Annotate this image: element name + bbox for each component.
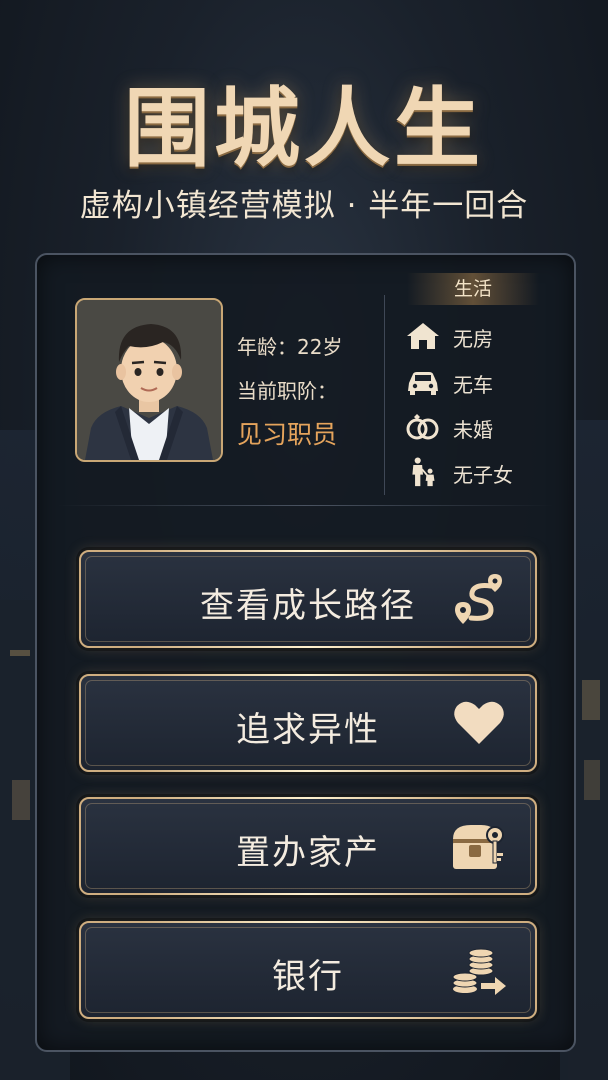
horizontal-divider bbox=[57, 505, 554, 506]
car-icon bbox=[408, 372, 438, 395]
coins-transfer-icon bbox=[452, 948, 506, 995]
rank-label: 当前职阶： bbox=[237, 379, 337, 403]
growth-path-button[interactable]: 查看成长路径 bbox=[79, 550, 537, 648]
treasure-chest-key-icon bbox=[453, 825, 504, 869]
character-avatar bbox=[75, 298, 223, 462]
life-header: 生活 bbox=[407, 273, 539, 305]
life-car-text: 无车 bbox=[453, 373, 493, 397]
age-text: 年龄：22岁 bbox=[237, 335, 343, 359]
property-button[interactable]: 置办家产 bbox=[79, 797, 537, 895]
parent-child-icon bbox=[412, 457, 435, 487]
life-children-text: 无子女 bbox=[453, 463, 513, 487]
game-title: 围城人生 bbox=[124, 79, 484, 179]
life-marriage-text: 未婚 bbox=[453, 418, 493, 442]
main-panel: 年龄：22岁 当前职阶： 见习职员 生活 无房 无车 未婚 无子女 查看成长路径… bbox=[35, 253, 576, 1052]
bank-button[interactable]: 银行 bbox=[79, 921, 537, 1019]
house-icon bbox=[407, 323, 439, 349]
game-subtitle: 虚构小镇经营模拟 · 半年一回合 bbox=[79, 188, 529, 224]
heart-icon bbox=[454, 701, 504, 744]
pursue-button[interactable]: 追求异性 bbox=[79, 674, 537, 772]
route-icon bbox=[455, 574, 502, 624]
vertical-divider bbox=[384, 295, 385, 495]
life-house-text: 无房 bbox=[453, 327, 493, 351]
rings-icon bbox=[406, 414, 439, 440]
rank-value: 见习职员 bbox=[237, 420, 338, 449]
